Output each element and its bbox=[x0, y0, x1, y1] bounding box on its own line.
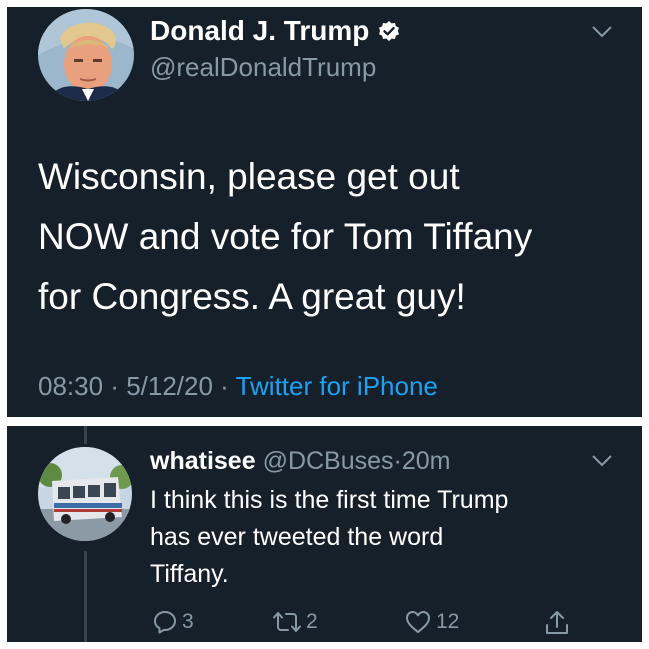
main-tweet-text: Wisconsin, please get out NOW and vote f… bbox=[38, 147, 628, 327]
main-tweet-avatar[interactable] bbox=[38, 9, 134, 101]
reply-separator: · bbox=[393, 447, 402, 475]
main-tweet-meta: 08:30 · 5/12/20 · Twitter for iPhone bbox=[38, 371, 438, 402]
like-button[interactable]: 12 bbox=[404, 609, 459, 635]
main-tweet-text-line: for Congress. A great guy! bbox=[38, 276, 466, 317]
share-button[interactable] bbox=[544, 609, 574, 637]
like-count: 12 bbox=[436, 610, 460, 633]
chevron-down-icon[interactable] bbox=[591, 454, 613, 468]
verified-badge-icon bbox=[377, 19, 401, 43]
reply-text-line: has ever tweeted the word bbox=[150, 523, 444, 551]
reply-tweet-text: I think this is the first time Trump has… bbox=[150, 482, 620, 593]
reply-handle[interactable]: @DCBuses bbox=[263, 447, 394, 475]
main-tweet-name-row[interactable]: Donald J. Trump bbox=[150, 15, 401, 47]
share-icon bbox=[546, 611, 568, 634]
main-tweet-handle[interactable]: @realDonaldTrump bbox=[150, 52, 376, 83]
reply-icon bbox=[154, 611, 176, 634]
thread-line-top bbox=[84, 426, 87, 444]
like-icon bbox=[406, 611, 430, 633]
tweet-date[interactable]: 5/12/20 bbox=[126, 371, 213, 401]
main-tweet-text-line: NOW and vote for Tom Tiffany bbox=[38, 216, 533, 257]
retweet-button[interactable]: 2 bbox=[272, 609, 318, 635]
reply-display-name[interactable]: whatisee bbox=[150, 447, 256, 475]
reply-button[interactable]: 3 bbox=[152, 609, 194, 635]
tweet-time[interactable]: 08:30 bbox=[38, 371, 103, 401]
meta-separator: · bbox=[212, 371, 236, 401]
reply-text-line: I think this is the first time Trump bbox=[150, 486, 509, 514]
retweet-icon bbox=[273, 612, 301, 632]
chevron-down-icon[interactable] bbox=[591, 25, 613, 39]
reply-tweet: whatisee @DCBuses·20m I think this is th… bbox=[7, 426, 642, 642]
retweet-count: 2 bbox=[306, 610, 318, 633]
reply-tweet-avatar[interactable] bbox=[38, 447, 132, 541]
reply-tweet-header: whatisee @DCBuses·20m bbox=[150, 447, 451, 476]
reply-count: 3 bbox=[182, 610, 194, 633]
reply-age: 20m bbox=[401, 447, 451, 475]
reply-text-line: Tiffany. bbox=[150, 560, 229, 588]
tweet-source-link[interactable]: Twitter for iPhone bbox=[236, 371, 438, 401]
main-tweet: Donald J. Trump @realDonaldTrump Wiscons… bbox=[7, 7, 642, 417]
thread-line-bottom bbox=[84, 551, 87, 642]
reply-action-bar: 3 2 12 bbox=[150, 609, 590, 639]
meta-separator: · bbox=[103, 371, 127, 401]
main-tweet-text-line: Wisconsin, please get out bbox=[38, 156, 460, 197]
main-tweet-display-name[interactable]: Donald J. Trump bbox=[150, 15, 369, 47]
